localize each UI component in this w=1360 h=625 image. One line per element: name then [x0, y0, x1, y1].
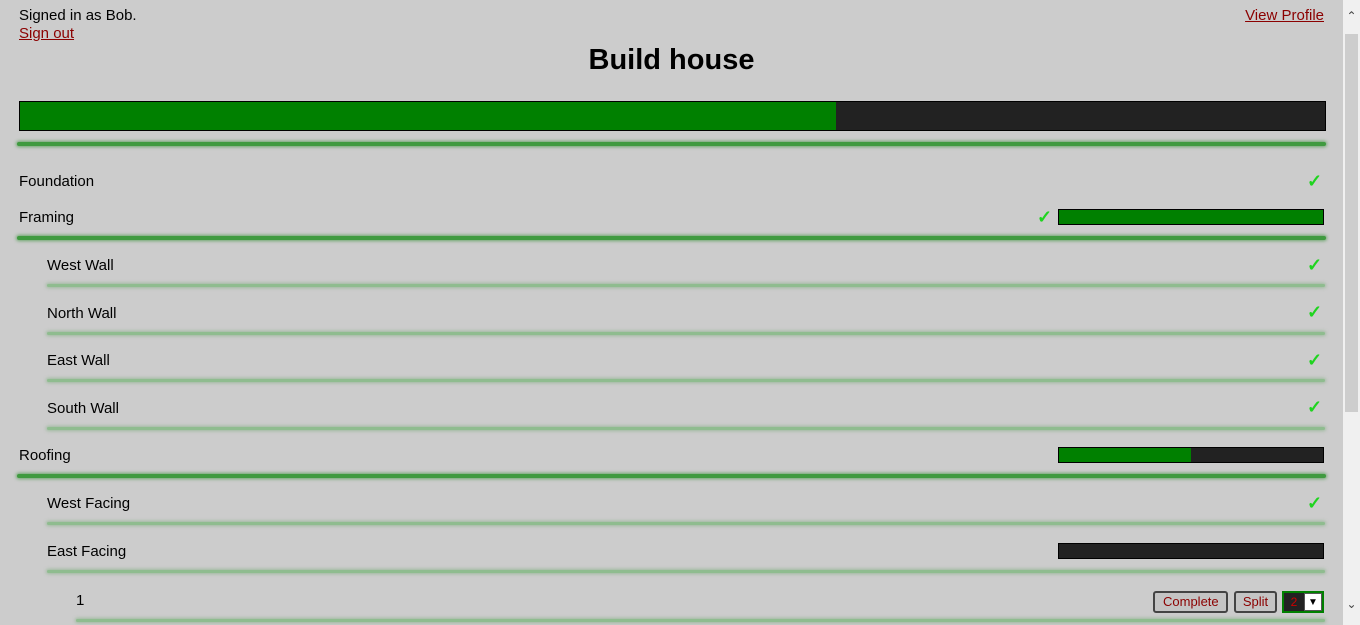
task-label: Roofing	[19, 447, 71, 464]
project-progress-bar	[19, 101, 1326, 131]
page-title: Build house	[588, 44, 755, 76]
task-label: East Wall	[47, 352, 110, 369]
scroll-up-icon[interactable]: ⌃	[1343, 8, 1360, 25]
separator	[47, 427, 1325, 430]
task-label: Foundation	[19, 173, 95, 190]
separator	[47, 284, 1325, 287]
chevron-down-icon[interactable]: ▼	[1304, 593, 1322, 611]
separator	[17, 142, 1326, 146]
task-label: South Wall	[47, 400, 119, 417]
vertical-scrollbar[interactable]: ⌃ ⌄	[1343, 0, 1360, 625]
check-icon: ✓	[1307, 493, 1323, 513]
check-icon: ✓	[1307, 350, 1323, 370]
separator	[47, 522, 1325, 525]
scroll-down-icon[interactable]: ⌄	[1343, 596, 1360, 613]
check-icon: ✓	[1307, 397, 1323, 417]
separator	[17, 236, 1326, 240]
task-label: West Facing	[47, 495, 131, 512]
task-progress-bar	[1058, 447, 1324, 463]
task-progress-fill	[1059, 448, 1191, 462]
split-count-select[interactable]: 2 ▼	[1282, 591, 1324, 613]
check-icon: ✓	[1307, 171, 1323, 191]
task-progress-bar	[1058, 543, 1324, 559]
separator	[47, 379, 1325, 382]
complete-button[interactable]: Complete	[1153, 591, 1228, 613]
view-profile-link[interactable]: View Profile	[1245, 7, 1324, 24]
task-label: Framing	[19, 209, 75, 226]
separator	[76, 619, 1325, 622]
task-label: North Wall	[47, 305, 117, 322]
project-progress-fill	[20, 102, 836, 130]
task-progress-bar	[1058, 209, 1324, 225]
separator	[47, 332, 1325, 335]
check-icon: ✓	[1307, 255, 1323, 275]
sign-out-link[interactable]: Sign out	[19, 25, 74, 42]
scrollbar-thumb[interactable]	[1345, 34, 1358, 412]
separator	[47, 570, 1325, 573]
separator	[17, 474, 1326, 478]
task-label: West Wall	[47, 257, 114, 274]
task-progress-fill	[1059, 210, 1323, 224]
split-count-value: 2	[1290, 595, 1298, 609]
check-icon: ✓	[1037, 207, 1053, 227]
task-label: 1	[76, 592, 85, 609]
task-label: East Facing	[47, 543, 127, 560]
check-icon: ✓	[1307, 302, 1323, 322]
split-button[interactable]: Split	[1234, 591, 1277, 613]
signed-in-text: Signed in as Bob.	[19, 7, 137, 24]
